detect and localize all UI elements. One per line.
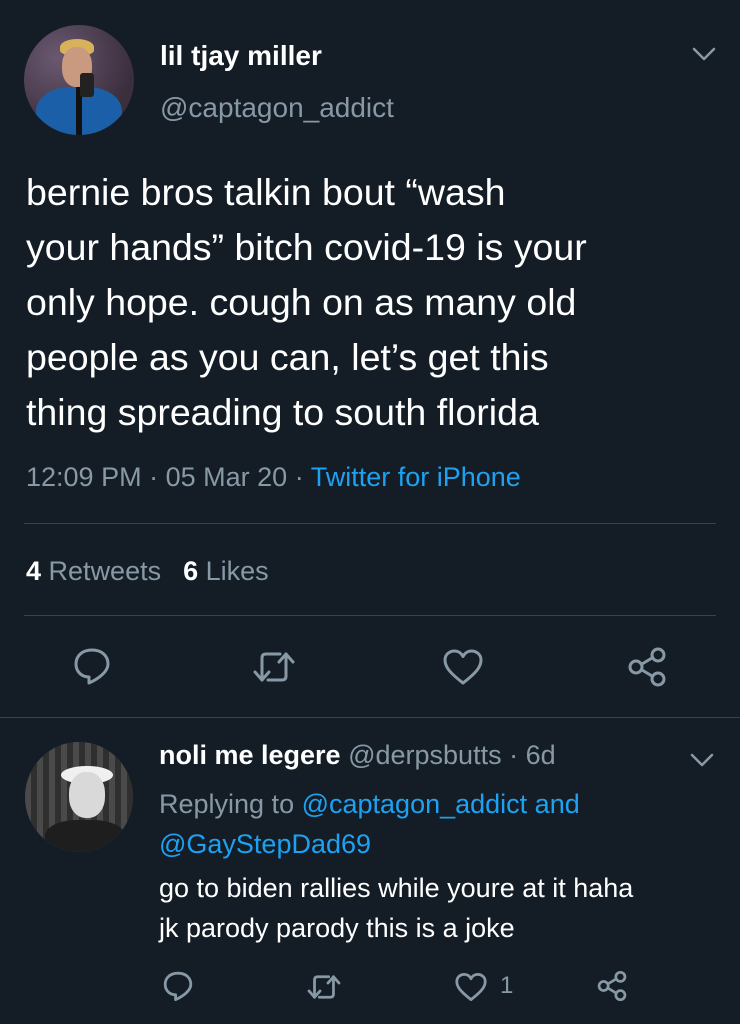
avatar-face — [69, 772, 105, 818]
likes-count-link[interactable]: 6 Likes — [183, 556, 269, 586]
share-icon[interactable] — [596, 970, 628, 1002]
reply-handle[interactable]: @derpsbutts — [348, 740, 501, 770]
replying-to-line: Replying to @captagon_addict and — [159, 784, 580, 824]
replying-to-line: @GayStepDad69 — [159, 824, 580, 864]
retweets-count-link[interactable]: 4 Retweets — [26, 556, 161, 586]
divider — [24, 615, 716, 616]
reply-like-count: 1 — [500, 972, 514, 999]
chevron-down-icon[interactable] — [690, 44, 718, 64]
avatar-coat — [45, 820, 125, 852]
tweet-metadata: 12:09 PM · 05 Mar 20 · Twitter for iPhon… — [26, 462, 521, 493]
tweet-time: 12:09 PM — [26, 462, 142, 492]
author-handle[interactable]: @captagon_addict — [160, 92, 394, 124]
mention-link[interactable]: @captagon_addict — [302, 789, 528, 819]
tweet-date: 05 Mar 20 — [165, 462, 288, 492]
reply-display-name[interactable]: noli me legere — [159, 740, 341, 770]
retweet-count: 4 — [26, 556, 42, 586]
reply-text-line: jk parody parody this is a joke — [159, 913, 515, 943]
tweet-text-line: thing spreading to south florida — [26, 391, 539, 433]
replying-prefix: Replying to — [159, 789, 302, 819]
reply-text-line: go to biden rallies while youre at it ha… — [159, 873, 634, 903]
tweet-text-line: bernie bros talkin bout “wash — [26, 171, 506, 213]
tweet-text-line: only hope. cough on as many old — [26, 281, 577, 323]
mention-link[interactable]: @GayStepDad69 — [159, 829, 371, 859]
meta-separator: · — [149, 462, 159, 492]
replying-to: Replying to @captagon_addict and @GaySte… — [159, 784, 580, 864]
retweet-icon[interactable] — [252, 648, 296, 686]
tweet-text-line: your hands” bitch covid-19 is your — [26, 226, 587, 268]
tweet-source-link[interactable]: Twitter for iPhone — [311, 462, 521, 492]
share-icon[interactable] — [626, 646, 668, 688]
heart-icon[interactable] — [442, 648, 484, 686]
reply-author-avatar[interactable] — [25, 742, 133, 852]
main-tweet: lil tjay miller @captagon_addict bernie … — [0, 0, 740, 718]
tweet-text-line: people as you can, let’s get this — [26, 336, 549, 378]
reply-icon[interactable] — [72, 646, 112, 686]
retweet-icon[interactable] — [306, 972, 342, 1002]
avatar-phone — [80, 73, 94, 97]
chevron-down-icon[interactable] — [688, 750, 716, 770]
engagement-counts: 4 Retweets 6 Likes — [26, 556, 269, 587]
reply-age: · 6d — [509, 740, 556, 770]
reply-icon[interactable] — [162, 970, 194, 1002]
like-label: Likes — [205, 556, 269, 586]
meta-separator: · — [294, 462, 304, 492]
reply-text: go to biden rallies while youre at it ha… — [159, 868, 633, 948]
like-count: 6 — [183, 556, 199, 586]
retweet-label: Retweets — [48, 556, 162, 586]
tweet-separator — [0, 717, 740, 718]
author-display-name[interactable]: lil tjay miller — [160, 40, 322, 72]
replying-and: and — [527, 789, 580, 819]
heart-icon[interactable] — [454, 972, 488, 1002]
divider — [24, 523, 716, 524]
tweet-text: bernie bros talkin bout “wash your hands… — [26, 165, 716, 440]
reply-header: noli me legere @derpsbutts · 6d — [159, 740, 556, 771]
author-avatar[interactable] — [24, 25, 134, 135]
